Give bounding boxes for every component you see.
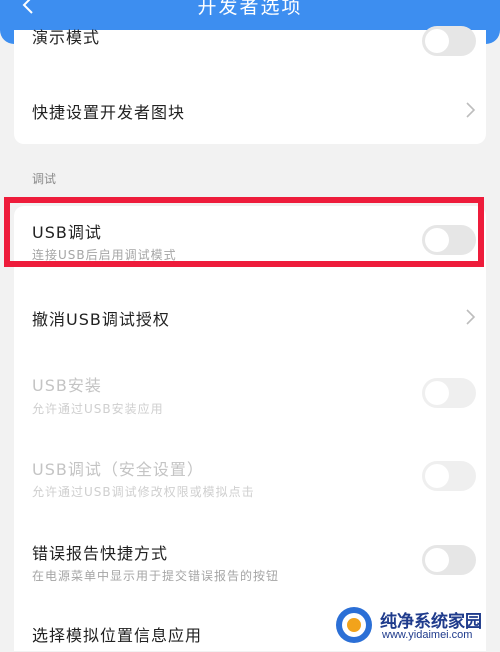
- bug-report-shortcut-toggle[interactable]: [422, 545, 476, 575]
- revoke-usb-auth-row[interactable]: 撤消USB调试授权: [14, 296, 486, 336]
- bug-report-shortcut-label: 错误报告快捷方式: [32, 544, 169, 563]
- site-watermark: 纯净系统家园 www.yidaimei.com: [334, 603, 494, 647]
- chevron-right-icon: [466, 102, 476, 118]
- quick-tiles-label: 快捷设置开发者图块: [32, 103, 186, 122]
- usb-install-label: USB安装: [32, 376, 102, 395]
- revoke-usb-auth-label: 撤消USB调试授权: [32, 310, 170, 329]
- bug-report-shortcut-description: 在电源菜单中显示用于提交错误报告的按钮: [32, 569, 280, 583]
- bug-report-shortcut-row[interactable]: 错误报告快捷方式 在电源菜单中显示用于提交错误报告的按钮: [14, 530, 486, 590]
- toggle-knob: [425, 464, 449, 488]
- page-title: 开发者选项: [197, 0, 303, 18]
- quick-tiles-row[interactable]: 快捷设置开发者图块: [14, 90, 486, 130]
- demo-mode-row[interactable]: 演示模式: [14, 26, 486, 60]
- usb-debugging-secure-row[interactable]: USB调试（安全设置） 允许通过USB调试修改权限或模拟点击: [14, 446, 486, 506]
- usb-install-toggle[interactable]: [422, 378, 476, 408]
- demo-mode-label: 演示模式: [32, 28, 101, 47]
- usb-debugging-secure-label: USB调试（安全设置）: [32, 460, 204, 479]
- usb-debugging-secure-description: 允许通过USB调试修改权限或模拟点击: [32, 485, 255, 499]
- usb-install-row[interactable]: USB安装 允许通过USB安装应用: [14, 362, 486, 422]
- usb-install-description: 允许通过USB安装应用: [32, 402, 164, 416]
- chevron-right-icon: [466, 309, 476, 325]
- toggle-knob: [425, 381, 449, 405]
- section-title-debugging: 调试: [32, 172, 57, 186]
- demo-mode-toggle[interactable]: [422, 26, 476, 56]
- usb-debugging-secure-toggle[interactable]: [422, 461, 476, 491]
- mock-location-app-label: 选择模拟位置信息应用: [32, 626, 203, 645]
- toggle-knob: [425, 29, 449, 53]
- brand-logo-icon: [336, 607, 372, 643]
- toggle-knob: [425, 548, 449, 572]
- watermark-url: www.yidaimei.com: [382, 629, 473, 641]
- highlight-box: [4, 197, 484, 267]
